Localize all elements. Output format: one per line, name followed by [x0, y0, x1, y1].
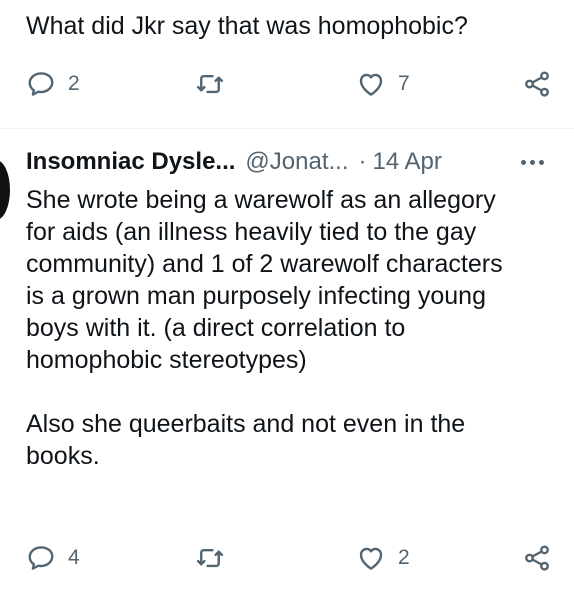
reply-count: 2 — [68, 72, 80, 95]
tweet-date[interactable]: 14 Apr — [373, 148, 442, 175]
retweet-button[interactable] — [195, 64, 225, 104]
tweet-text: What did Jkr say that was homophobic? — [26, 12, 468, 40]
like-count: 2 — [398, 546, 410, 569]
share-icon — [525, 71, 549, 97]
separator-dot: · — [358, 148, 367, 175]
reply-icon — [28, 546, 54, 570]
tweet-header: Insomniac Dysle... @Jonat... · 14 Apr — [26, 146, 566, 178]
more-dot — [538, 159, 544, 165]
like-icon — [359, 547, 383, 570]
tweet-text: She wrote being a warewolf as an allegor… — [26, 186, 503, 470]
retweet-icon — [196, 548, 224, 568]
more-icon[interactable] — [512, 146, 552, 178]
tweet-actions: 2 7 — [0, 64, 574, 104]
retweet-icon — [196, 74, 224, 94]
reply-count: 4 — [68, 546, 80, 569]
share-icon — [525, 545, 549, 571]
author-handle[interactable]: @Jonat... — [245, 148, 348, 175]
reply-icon — [28, 72, 54, 96]
more-dot — [520, 159, 526, 165]
reply-button[interactable]: 4 — [26, 538, 80, 578]
tweet-actions: 4 2 — [0, 538, 574, 578]
avatar[interactable] — [0, 160, 10, 220]
like-count: 7 — [398, 72, 410, 95]
like-icon — [359, 73, 383, 96]
reply-button[interactable]: 2 — [26, 64, 80, 104]
share-button[interactable] — [522, 538, 552, 578]
share-button[interactable] — [522, 64, 552, 104]
author-name[interactable]: Insomniac Dysle... — [26, 148, 235, 175]
like-button[interactable]: 2 — [356, 538, 410, 578]
more-dot — [529, 159, 535, 165]
retweet-button[interactable] — [195, 538, 225, 578]
like-button[interactable]: 7 — [356, 64, 410, 104]
divider — [0, 128, 574, 129]
